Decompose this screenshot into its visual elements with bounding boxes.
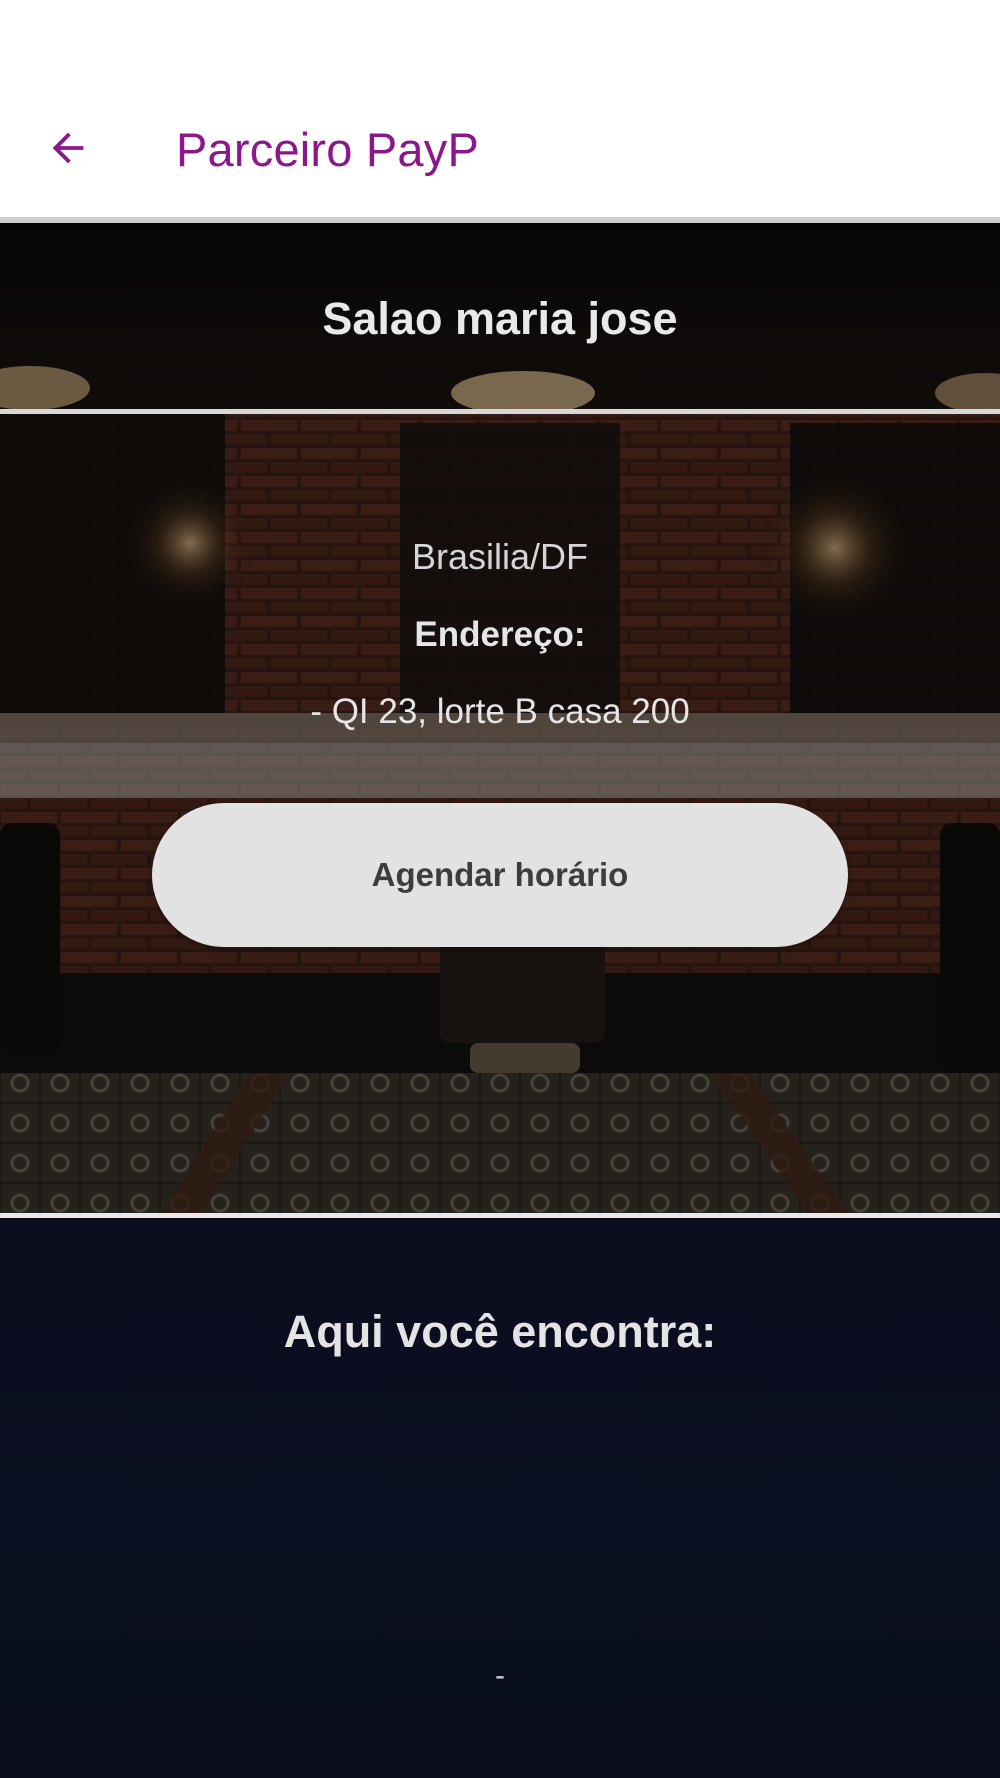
address-value: - QI 23, lorte B casa 200 — [310, 692, 690, 731]
services-section: Aqui você encontra: - — [0, 1218, 1000, 1778]
salon-name: Salao maria jose — [322, 293, 678, 344]
salon-city: Brasilia/DF — [411, 536, 589, 577]
address-label: Endereço: — [414, 615, 586, 654]
page-title: Parceiro PayP — [176, 123, 480, 176]
salon-hero: Salao maria jose Brasilia/DF Endereço: -… — [0, 223, 1000, 1215]
schedule-appointment-button[interactable]: Agendar horário — [152, 803, 848, 947]
services-list-item: - — [495, 1659, 505, 1692]
app-bar: Parceiro PayP — [0, 0, 1000, 218]
arrow-left-icon — [52, 132, 84, 164]
services-heading: Aqui você encontra: — [283, 1306, 717, 1357]
salon-divider — [0, 409, 1000, 414]
back-button[interactable] — [30, 110, 106, 186]
